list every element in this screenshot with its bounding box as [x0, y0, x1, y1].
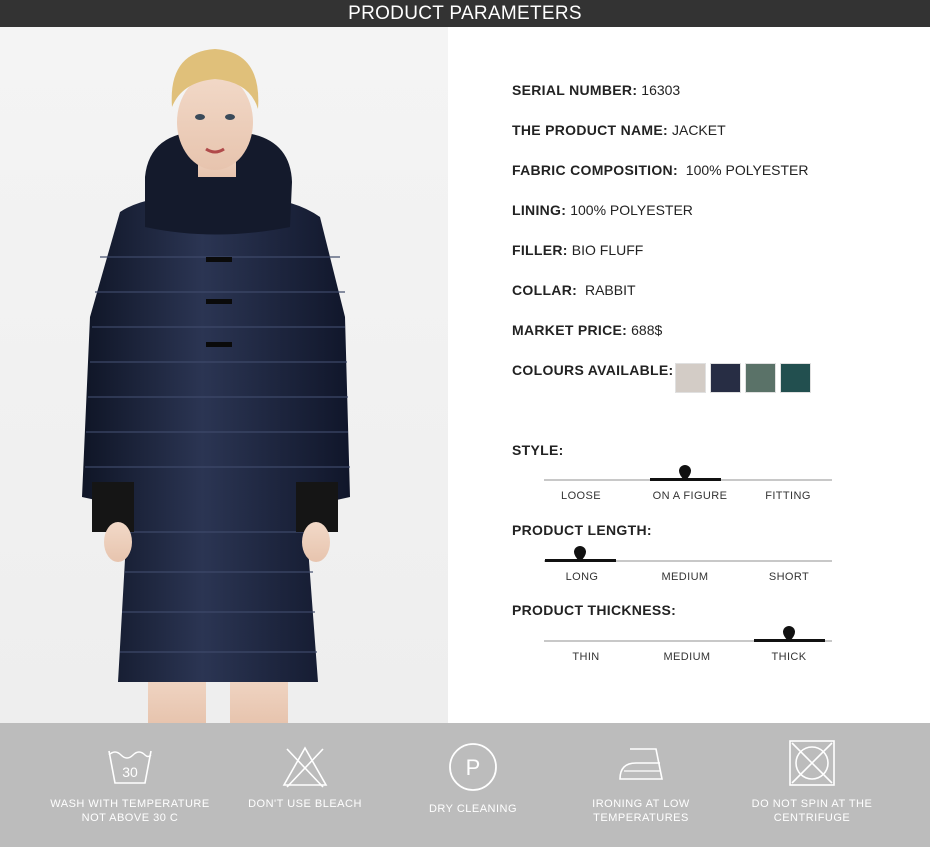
dry-clean-icon: P — [449, 743, 497, 791]
length-option-long: LONG — [565, 571, 599, 583]
no-spin-icon — [789, 740, 835, 786]
header-bar: PRODUCT PARAMETERS — [0, 0, 930, 27]
colour-swatch-sage[interactable] — [745, 363, 776, 393]
param-collar: COLLAR: RABBIT — [512, 282, 636, 298]
param-fabric-composition: FABRIC COMPOSITION: 100% POLYESTER — [512, 162, 809, 178]
wash-30-icon: 30 — [108, 750, 152, 784]
care-item-ironing: IRONING AT LOW TEMPERATURES — [548, 723, 734, 847]
param-colours-available: COLOURS AVAILABLE: — [512, 362, 673, 378]
colour-swatch-beige[interactable] — [675, 363, 706, 393]
style-option-loose: LOOSE — [561, 490, 601, 502]
care-instructions-bar: 30 WASH WITH TEMPERATURE NOT ABOVE 30 C … — [0, 723, 930, 847]
iron-low-icon — [619, 748, 663, 780]
care-label-dry-clean: DRY CLEANING — [428, 803, 518, 815]
colour-swatch-navy[interactable] — [710, 363, 741, 393]
no-bleach-icon — [282, 746, 328, 788]
thickness-option-medium: MEDIUM — [663, 651, 711, 663]
style-option-on-a-figure: ON A FIGURE — [652, 490, 728, 502]
param-label: COLLAR: — [512, 282, 578, 298]
param-lining: LINING: 100% POLYESTER — [512, 202, 693, 218]
param-value: RABBIT — [581, 282, 636, 298]
wash-temperature: 30 — [122, 764, 138, 780]
length-label: PRODUCT LENGTH: — [512, 522, 652, 538]
length-option-medium: MEDIUM — [661, 571, 709, 583]
param-value: BIO FLUFF — [571, 242, 644, 258]
care-item-spin: DO NOT SPIN AT THE CENTRIFUGE — [719, 723, 905, 847]
map-pin-icon — [783, 626, 795, 642]
param-label: MARKET PRICE: — [512, 322, 628, 338]
care-label-wash: WASH WITH TEMPERATURE NOT ABOVE 30 C — [50, 798, 210, 824]
care-label-spin: DO NOT SPIN AT THE CENTRIFUGE — [751, 798, 873, 824]
param-label: COLOURS AVAILABLE: — [512, 362, 674, 378]
dry-clean-letter: P — [466, 755, 481, 780]
style-option-fitting: FITTING — [765, 490, 811, 502]
param-label: THE PRODUCT NAME: — [512, 122, 668, 138]
length-option-short: SHORT — [768, 571, 810, 583]
param-value: 100% POLYESTER — [570, 202, 693, 218]
param-value: JACKET — [671, 122, 726, 138]
model-illustration — [82, 49, 350, 723]
style-label: STYLE: — [512, 442, 564, 458]
thickness-option-thin: THIN — [572, 651, 600, 663]
care-item-wash: 30 WASH WITH TEMPERATURE NOT ABOVE 30 C — [37, 723, 223, 847]
page-title: PRODUCT PARAMETERS — [348, 3, 582, 24]
thickness-label: PRODUCT THICKNESS: — [512, 602, 677, 618]
param-label: SERIAL NUMBER: — [512, 82, 638, 98]
map-pin-icon — [574, 546, 586, 562]
param-value: 100% POLYESTER — [681, 162, 809, 178]
param-label: FILLER: — [512, 242, 568, 258]
thickness-option-thick: THICK — [771, 651, 807, 663]
param-product-name: THE PRODUCT NAME: JACKET — [512, 122, 726, 138]
param-value: 688$ — [631, 322, 663, 338]
colour-swatch-teal[interactable] — [780, 363, 811, 393]
param-label: FABRIC COMPOSITION: — [512, 162, 678, 178]
care-item-dry-clean: P DRY CLEANING — [380, 723, 566, 847]
care-label-bleach: DON'T USE BLEACH — [248, 798, 362, 810]
care-label-ironing: IRONING AT LOW TEMPERATURES — [592, 798, 690, 824]
care-item-bleach: DON'T USE BLEACH — [212, 723, 398, 847]
param-label: LINING: — [512, 202, 567, 218]
param-market-price: MARKET PRICE: 688$ — [512, 322, 662, 338]
product-photo — [0, 27, 448, 723]
param-serial-number: SERIAL NUMBER: 16303 — [512, 82, 680, 98]
map-pin-icon — [679, 465, 691, 481]
param-filler: FILLER: BIO FLUFF — [512, 242, 643, 258]
param-value: 16303 — [641, 82, 681, 98]
